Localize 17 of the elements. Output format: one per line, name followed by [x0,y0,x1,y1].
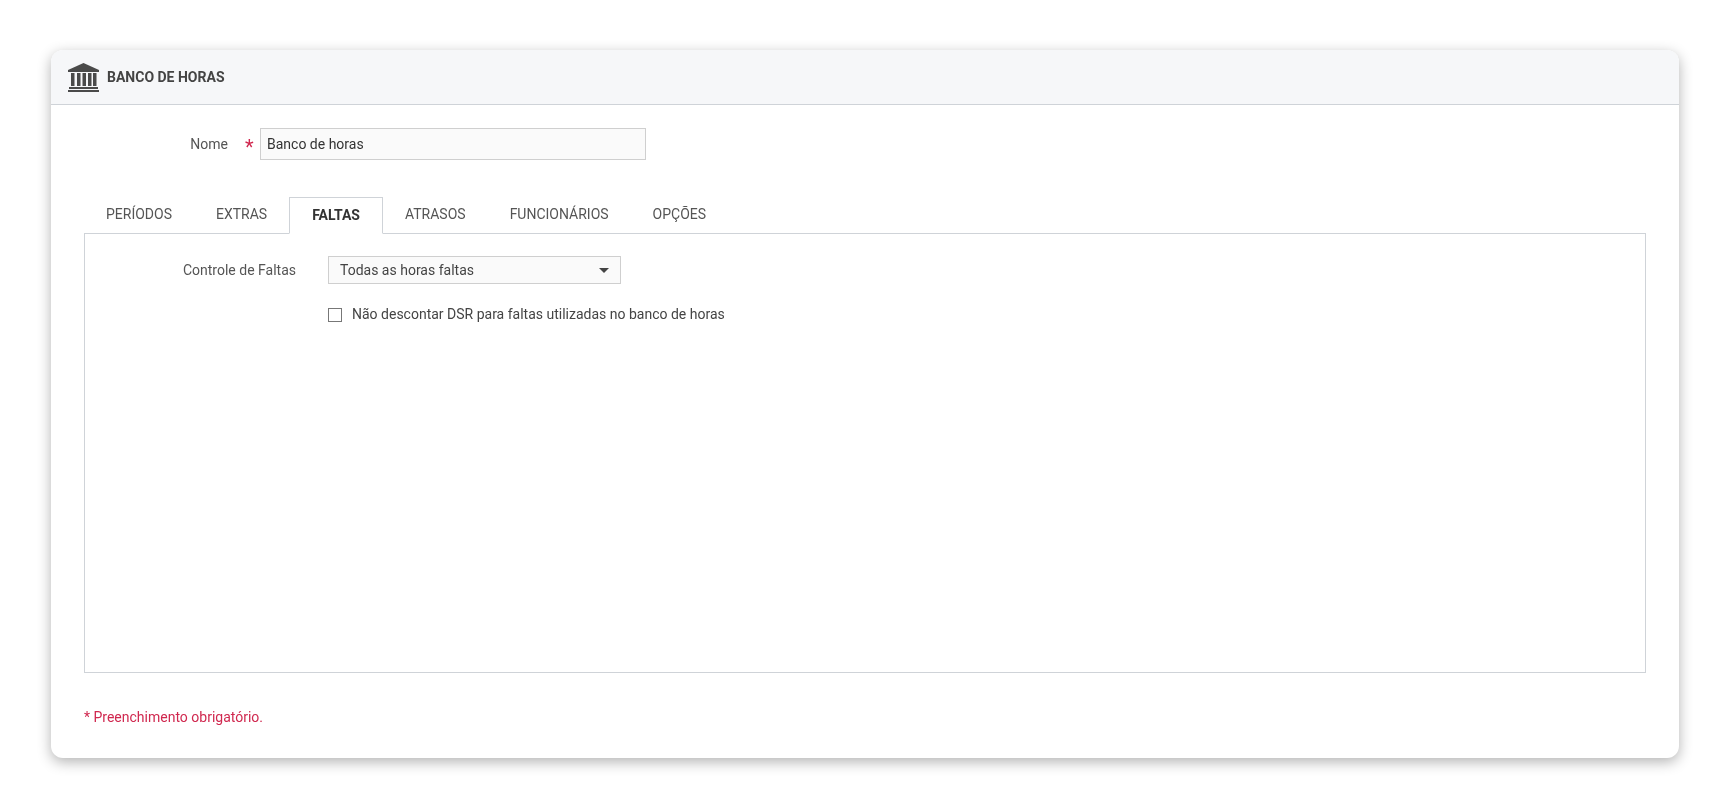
tab[interactable]: OPÇÕES [630,196,729,233]
tab[interactable]: EXTRAS [194,196,290,233]
control-label: Controle de Faltas [181,260,296,280]
dropdown[interactable]: Todas as horas faltas [328,256,621,284]
name-input[interactable]: Banco de horas [260,128,646,160]
tab[interactable]: FALTAS [289,197,383,234]
required-mark: * [245,134,255,157]
checkbox-label: Não descontar DSR para faltas utilizadas no banco de horas [352,305,725,324]
checkbox[interactable] [328,307,342,322]
name-label: Nome [189,134,228,154]
tab[interactable]: PERÍODOS [84,196,194,233]
tab[interactable]: FUNCIONÁRIOS [487,196,631,233]
required-note: * Preenchimento obrigatório. [84,708,265,727]
bank-icon [68,62,99,92]
caret-icon [599,267,609,273]
window-title: BANCO DE HORAS [107,67,225,87]
tab[interactable]: ATRASOS [383,196,488,233]
